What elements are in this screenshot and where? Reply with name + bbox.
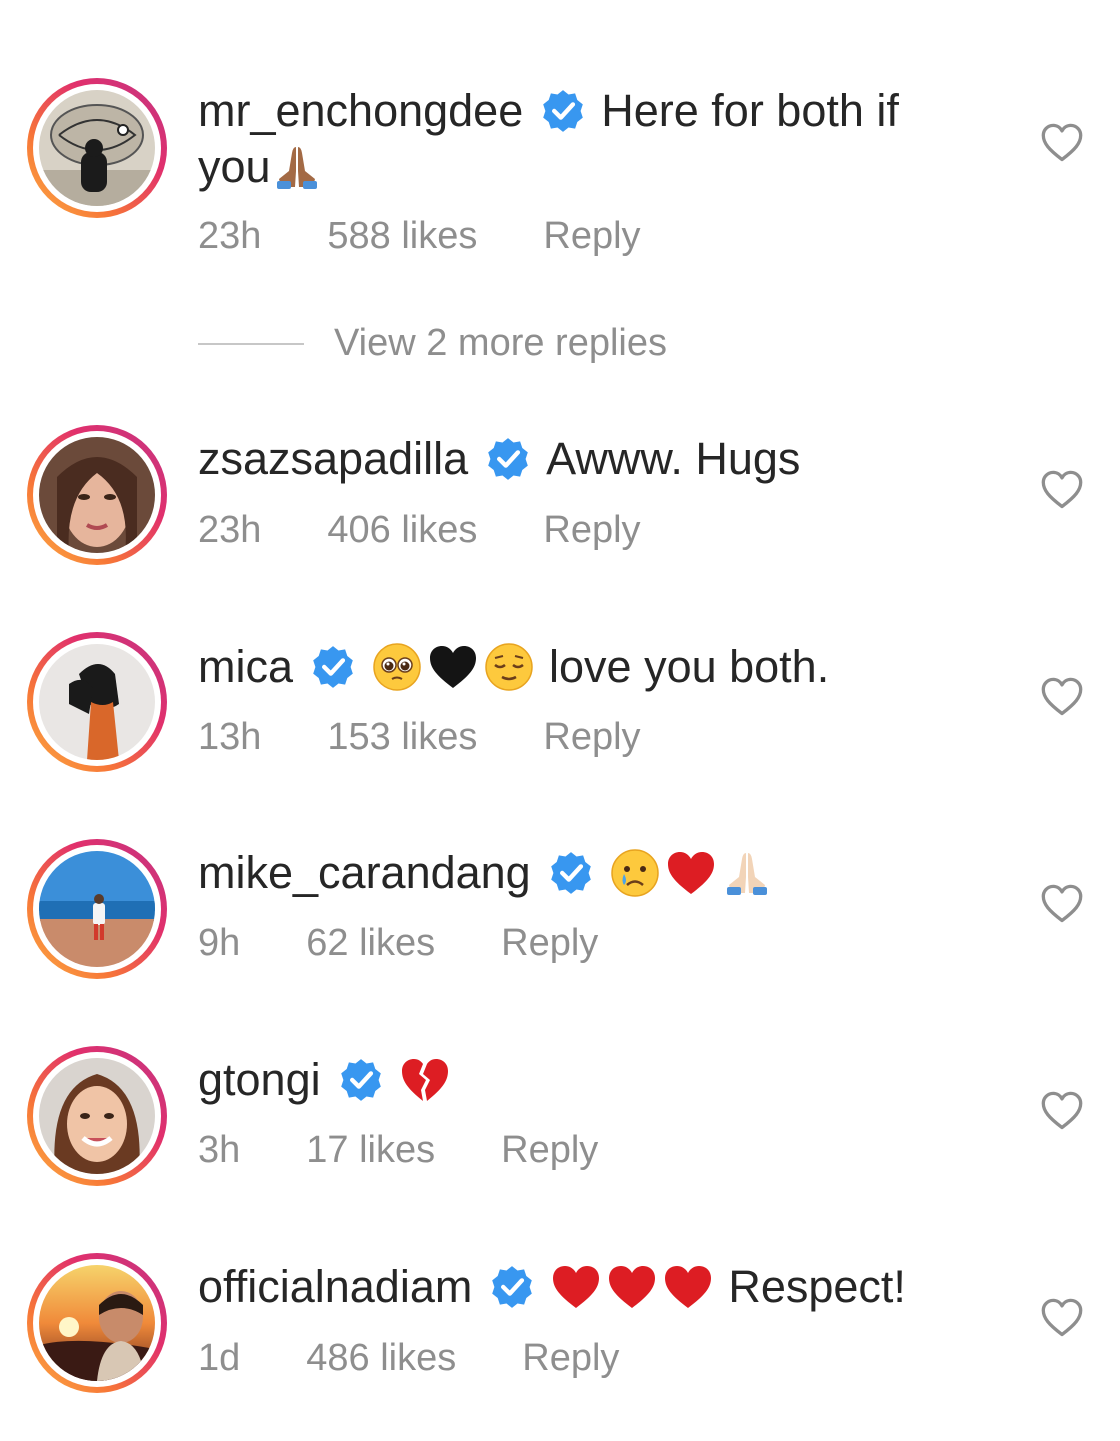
comment-time: 9h	[198, 922, 241, 964]
verified-badge-icon	[339, 1058, 383, 1102]
like-heart-icon[interactable]	[1040, 882, 1084, 926]
comment-text: Awww. Hugs	[546, 433, 801, 484]
folded-hands-icon	[271, 141, 323, 193]
like-heart-icon[interactable]	[1040, 1296, 1084, 1340]
avatar[interactable]	[27, 632, 167, 772]
pleading-face-icon	[371, 641, 423, 693]
likes-count[interactable]: 153 likes	[327, 715, 477, 759]
avatar-image	[39, 90, 155, 206]
red-heart-icon	[665, 847, 717, 899]
reply-button[interactable]: Reply	[501, 1128, 598, 1172]
likes-count[interactable]: 17 likes	[306, 1128, 435, 1172]
avatar[interactable]	[27, 839, 167, 979]
verified-badge-icon	[311, 645, 355, 689]
comment-text-continued: you	[198, 141, 271, 192]
like-heart-icon[interactable]	[1040, 121, 1084, 165]
avatar-image	[39, 1058, 155, 1174]
username[interactable]: officialnadiam	[198, 1260, 472, 1314]
red-heart-icon	[550, 1261, 602, 1313]
likes-count[interactable]: 62 likes	[306, 921, 435, 965]
username[interactable]: mica	[198, 640, 293, 694]
verified-badge-icon	[541, 89, 585, 133]
crying-face-icon	[609, 847, 661, 899]
avatar-image	[39, 644, 155, 760]
comment-text: Here for both if	[601, 85, 899, 136]
avatar-image	[39, 1265, 155, 1381]
comment-text: Respect!	[728, 1261, 906, 1312]
reply-button[interactable]: Reply	[543, 214, 640, 258]
black-heart-icon	[427, 641, 479, 693]
avatar[interactable]	[27, 1253, 167, 1393]
comment-time: 13h	[198, 716, 262, 758]
username[interactable]: mr_enchongdee	[198, 84, 523, 138]
reply-button[interactable]: Reply	[501, 921, 598, 965]
like-heart-icon[interactable]	[1040, 675, 1084, 719]
username[interactable]: zsazsapadilla	[198, 432, 468, 486]
like-heart-icon[interactable]	[1040, 1089, 1084, 1133]
avatar-image	[39, 851, 155, 967]
broken-heart-icon	[399, 1054, 451, 1106]
divider	[198, 342, 304, 345]
comment-text: love you both.	[549, 641, 830, 692]
likes-count[interactable]: 486 likes	[306, 1336, 456, 1380]
avatar-image	[39, 437, 155, 553]
avatar[interactable]	[27, 1046, 167, 1186]
verified-badge-icon	[486, 437, 530, 481]
comment-time: 23h	[198, 215, 262, 257]
view-more-replies-label[interactable]: View 2 more replies	[334, 322, 667, 365]
view-more-replies[interactable]: View 2 more replies	[198, 322, 667, 365]
comment-time: 3h	[198, 1129, 241, 1171]
folded-hands-icon	[721, 847, 773, 899]
avatar[interactable]	[27, 78, 167, 218]
red-heart-icon	[606, 1261, 658, 1313]
reply-button[interactable]: Reply	[543, 508, 640, 552]
username[interactable]: mike_carandang	[198, 846, 531, 900]
likes-count[interactable]: 406 likes	[327, 508, 477, 552]
avatar[interactable]	[27, 425, 167, 565]
comment-time: 23h	[198, 509, 262, 551]
reply-button[interactable]: Reply	[522, 1336, 619, 1380]
like-heart-icon[interactable]	[1040, 468, 1084, 512]
username[interactable]: gtongi	[198, 1053, 321, 1107]
verified-badge-icon	[549, 851, 593, 895]
reply-button[interactable]: Reply	[543, 715, 640, 759]
relieved-face-icon	[483, 641, 535, 693]
red-heart-icon	[662, 1261, 714, 1313]
likes-count[interactable]: 588 likes	[327, 214, 477, 258]
comment-time: 1d	[198, 1337, 241, 1379]
verified-badge-icon	[490, 1265, 534, 1309]
